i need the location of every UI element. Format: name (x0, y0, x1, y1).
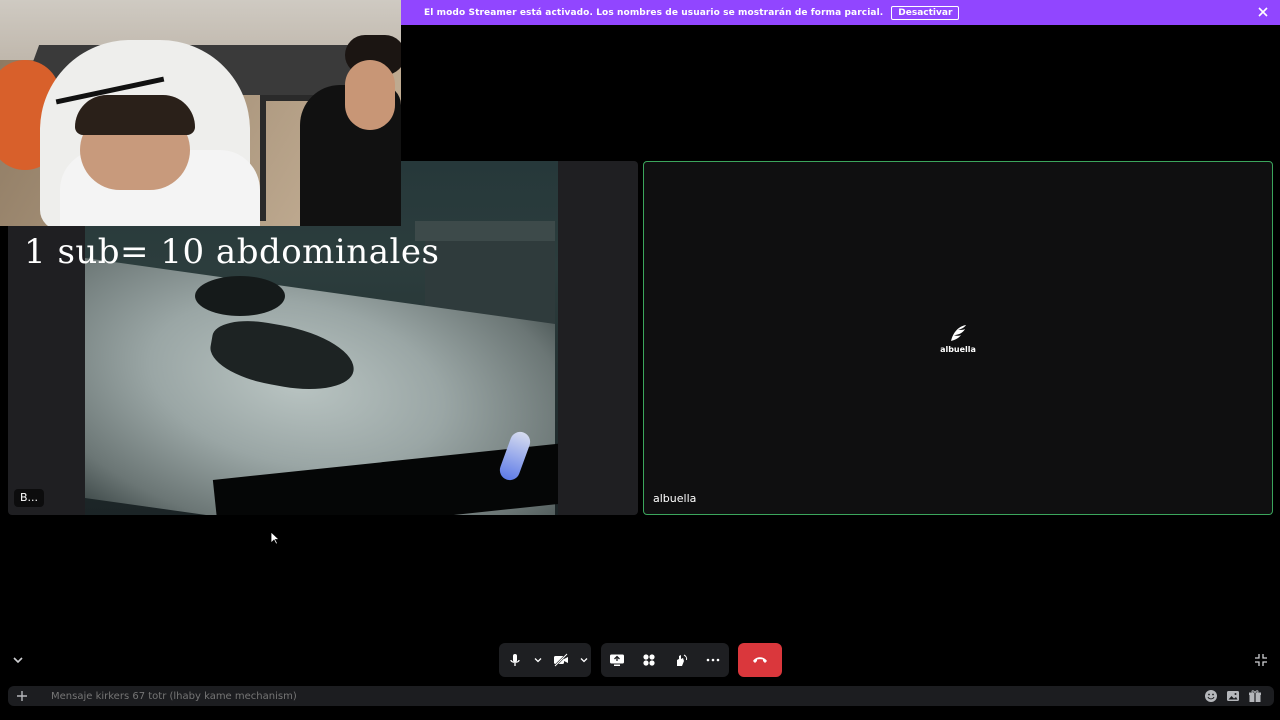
video-tile-right[interactable]: albuella albuella (643, 161, 1273, 515)
camera-off-icon (554, 653, 568, 667)
call-controls (499, 643, 782, 677)
stream-overlay-text: 1 sub= 10 abdominales (24, 232, 440, 272)
audio-options-button[interactable] (531, 643, 545, 677)
disable-streamer-mode-button[interactable]: Desactivar (891, 5, 960, 20)
audio-video-group (499, 643, 591, 677)
mouse-cursor-icon (270, 531, 280, 545)
screen-share-button[interactable] (601, 643, 633, 677)
more-options-button[interactable] (697, 643, 729, 677)
camera-button[interactable] (545, 643, 577, 677)
exit-fullscreen-icon[interactable] (1254, 653, 1268, 667)
soundboard-button[interactable] (665, 643, 697, 677)
hang-up-icon (753, 657, 767, 663)
chevron-down-icon (580, 658, 588, 663)
microphone-icon (510, 654, 520, 666)
mute-button[interactable] (499, 643, 531, 677)
actions-group (601, 643, 729, 677)
activities-icon (643, 654, 655, 666)
avatar-label: albuella (940, 345, 976, 354)
plus-icon (17, 691, 27, 701)
streamer-mode-banner: El modo Streamer está activado. Los nomb… (401, 0, 1280, 25)
soundboard-icon (677, 654, 688, 666)
participant-avatar: albuella (940, 322, 976, 354)
feather-logo-icon (951, 325, 966, 341)
activities-button[interactable] (633, 643, 665, 677)
gift-icon[interactable] (1248, 689, 1262, 703)
participant-name: albuella (653, 492, 697, 505)
screen-share-icon (610, 654, 624, 666)
chat-bar (8, 686, 1274, 706)
chevron-down-icon (534, 658, 542, 663)
image-icon[interactable] (1226, 689, 1240, 703)
chevron-down-icon[interactable] (11, 654, 25, 666)
close-icon[interactable] (1256, 5, 1270, 19)
more-icon (706, 658, 720, 662)
message-input[interactable] (49, 689, 1204, 703)
participant-name-badge: B... (14, 489, 45, 507)
attach-button[interactable] (8, 690, 36, 702)
disconnect-button[interactable] (738, 643, 782, 677)
webcam-overlay-image (0, 0, 401, 226)
emoji-icon[interactable] (1204, 689, 1218, 703)
streamer-mode-text: El modo Streamer está activado. Los nomb… (424, 7, 884, 18)
video-options-button[interactable] (577, 643, 591, 677)
